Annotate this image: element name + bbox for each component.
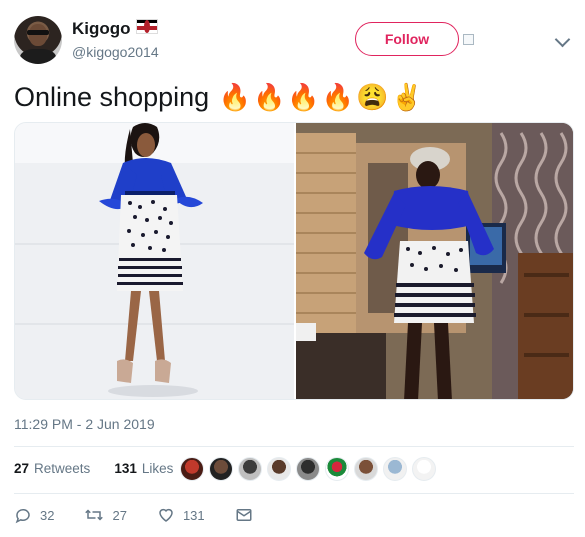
fire-emoji: 🔥 xyxy=(321,82,355,112)
divider xyxy=(14,493,574,494)
tweet-actions: 32 27 131 xyxy=(14,506,283,524)
divider xyxy=(14,446,574,447)
follow-button[interactable]: Follow xyxy=(355,22,459,56)
reply-count: 32 xyxy=(40,507,55,523)
like-count: 131 xyxy=(182,507,205,523)
weary-face-emoji: 😩 xyxy=(356,82,389,112)
chevron-down-icon[interactable] xyxy=(554,31,571,48)
addon-icon xyxy=(463,34,474,45)
direct-message-button[interactable] xyxy=(235,506,253,524)
victory-hand-emoji: ✌️ xyxy=(390,82,423,112)
fire-emoji: 🔥 xyxy=(218,82,252,112)
tweet-timestamp[interactable]: 11:29 PM - 2 Jun 2019 xyxy=(14,416,155,432)
heart-icon xyxy=(159,508,173,522)
tweet-media xyxy=(14,122,574,400)
liker-avatar[interactable] xyxy=(180,457,204,481)
display-name[interactable]: Kigogo xyxy=(72,19,131,39)
envelope-icon xyxy=(236,509,252,521)
avatar[interactable] xyxy=(14,16,62,64)
liker-avatar[interactable] xyxy=(296,457,320,481)
liker-avatar[interactable] xyxy=(383,457,407,481)
product-photo[interactable] xyxy=(15,123,294,399)
flag-kenya-icon xyxy=(136,19,158,34)
retweet-button[interactable]: 27 xyxy=(84,506,127,524)
tweet-text-body: Online shopping xyxy=(14,82,210,112)
user-handle[interactable]: @kigogo2014 xyxy=(72,44,159,60)
likes-count[interactable]: 131 xyxy=(114,461,137,476)
reply-button[interactable]: 32 xyxy=(14,506,54,524)
fire-emoji: 🔥 xyxy=(253,82,286,112)
liker-avatar[interactable] xyxy=(267,457,291,481)
liker-avatar[interactable] xyxy=(209,457,233,481)
liker-avatar[interactable] xyxy=(354,457,378,481)
reply-icon xyxy=(15,509,30,524)
liker-avatars xyxy=(180,457,441,481)
retweets-count[interactable]: 27 xyxy=(14,461,29,476)
tweet-header: Kigogo @kigogo2014 Follow xyxy=(0,0,585,70)
retweet-count: 27 xyxy=(112,507,127,523)
retweet-icon xyxy=(85,509,104,521)
liker-avatar[interactable] xyxy=(238,457,262,481)
liker-avatar[interactable] xyxy=(325,457,349,481)
tweet-text: Online shopping 🔥🔥🔥🔥😩✌️ xyxy=(14,79,423,115)
customer-photo[interactable] xyxy=(296,123,573,399)
retweets-label[interactable]: Retweets xyxy=(34,461,90,476)
likes-label[interactable]: Likes xyxy=(142,461,174,476)
fire-emoji: 🔥 xyxy=(287,82,320,112)
like-button[interactable]: 131 xyxy=(157,506,205,524)
tweet-stats: 27 Retweets 131 Likes xyxy=(14,461,173,476)
liker-avatar[interactable] xyxy=(412,457,436,481)
